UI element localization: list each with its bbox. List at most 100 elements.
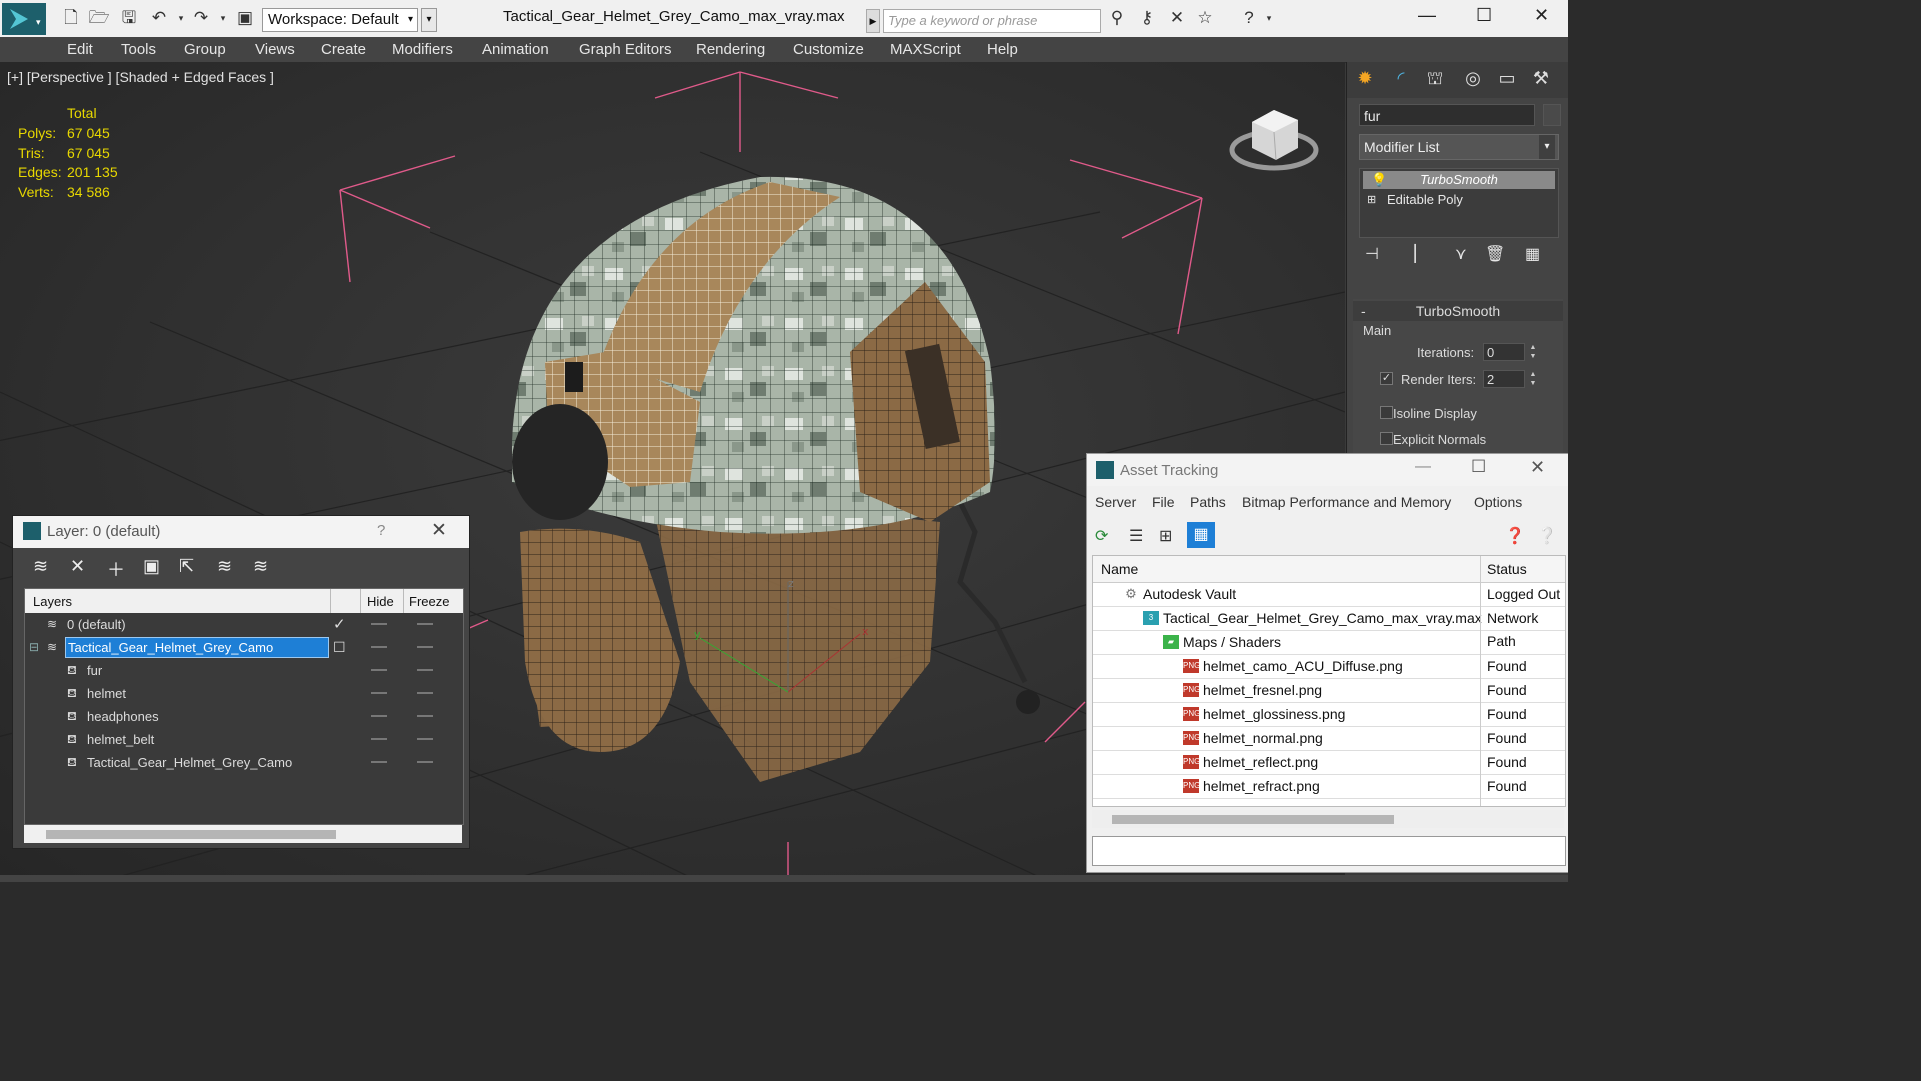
highlight-selected-layer-icon[interactable]: ⇱	[179, 556, 194, 577]
rollout-header[interactable]: - TurboSmooth	[1353, 301, 1563, 321]
search-input[interactable]: Type a keyword or phrase	[883, 9, 1101, 33]
layer-row-headphones[interactable]: ⛾ headphones	[25, 705, 463, 728]
menu-animation[interactable]: Animation	[482, 41, 549, 58]
tree-view-icon[interactable]: ⊞	[1159, 526, 1172, 546]
asset-menu-file[interactable]: File	[1152, 494, 1175, 510]
stack-item-editable-poly[interactable]: ⊞ Editable Poly	[1363, 191, 1555, 209]
menu-tools[interactable]: Tools	[121, 41, 156, 58]
column-name[interactable]: Name	[1101, 561, 1138, 577]
column-layers[interactable]: Layers	[33, 594, 72, 609]
asset-menu-paths[interactable]: Paths	[1190, 494, 1226, 510]
minimize-window-icon[interactable]: —	[1418, 5, 1436, 26]
stack-item-turbosmooth[interactable]: 💡 TurboSmooth	[1363, 171, 1555, 189]
asset-dialog-titlebar[interactable]: Asset Tracking — ☐ ✕	[1087, 454, 1568, 486]
layer-row-tactical-gear[interactable]: ⊟ ≋ Tactical_Gear_Helmet_Grey_Camo ☐	[25, 636, 463, 659]
close-window-icon[interactable]: ✕	[1534, 5, 1549, 26]
make-unique-icon[interactable]: ⋎	[1455, 244, 1467, 264]
asset-row-png[interactable]: PNG helmet_camo_ACU_Diffuse.png Found	[1093, 655, 1565, 679]
collapse-minus-icon[interactable]: ⊟	[29, 636, 39, 659]
menu-create[interactable]: Create	[321, 41, 366, 58]
iterations-spinner[interactable]: 0	[1483, 343, 1525, 361]
asset-row-png[interactable]: PNG helmet_fresnel.png Found	[1093, 679, 1565, 703]
scrollbar-thumb[interactable]	[1112, 815, 1394, 824]
spinner-arrows-icon[interactable]: ▲ ▼	[1527, 370, 1539, 388]
asset-horizontal-scrollbar[interactable]	[1092, 810, 1564, 828]
table-view-icon[interactable]: ▦	[1187, 522, 1215, 548]
lightbulb-icon[interactable]: 💡	[1371, 171, 1387, 189]
configure-modifier-sets-icon[interactable]: ▦	[1525, 244, 1540, 264]
redo-dropdown-icon[interactable]: ▾	[212, 8, 234, 28]
column-status[interactable]: Status	[1487, 561, 1527, 577]
layer-row-helmet-belt[interactable]: ⛾ helmet_belt	[25, 728, 463, 751]
spinner-arrows-icon[interactable]: ▲ ▼	[1527, 343, 1539, 361]
column-freeze[interactable]: Freeze	[409, 594, 449, 609]
freeze-layers-icon[interactable]: ≋	[253, 556, 268, 577]
close-dialog-icon[interactable]: ✕	[431, 519, 447, 542]
make-current-layer-icon[interactable]: ☐	[333, 636, 346, 659]
save-file-icon[interactable]: 🖫	[118, 8, 140, 28]
menu-edit[interactable]: Edit	[67, 41, 93, 58]
search-expand-icon[interactable]: ▶	[866, 9, 880, 33]
open-file-icon[interactable]: 🗁	[88, 8, 110, 28]
layers-horizontal-scrollbar[interactable]	[24, 825, 462, 843]
undo-icon[interactable]: ↶	[148, 8, 170, 28]
workspace-dropdown[interactable]: Workspace: Default ▾	[262, 8, 418, 32]
motion-tab-icon[interactable]: ◎	[1459, 68, 1487, 92]
asset-row-vault[interactable]: ⚙ Autodesk Vault Logged Out	[1093, 583, 1565, 607]
asset-row-png[interactable]: PNG helmet_glossiness.png Found	[1093, 703, 1565, 727]
menu-maxscript[interactable]: MAXScript	[890, 41, 961, 58]
asset-row-max-file[interactable]: 3 Tactical_Gear_Helmet_Grey_Camo_max_vra…	[1093, 607, 1565, 649]
display-tab-icon[interactable]: ▭	[1493, 68, 1521, 92]
layer-row-default[interactable]: ≋ 0 (default) ✓	[25, 613, 463, 636]
layer-row-helmet[interactable]: ⛾ helmet	[25, 682, 463, 705]
layer-row-tactical-gear-object[interactable]: ⛾ Tactical_Gear_Helmet_Grey_Camo	[25, 751, 463, 774]
menu-modifiers[interactable]: Modifiers	[392, 41, 453, 58]
pin-stack-icon[interactable]: ⊣	[1365, 244, 1379, 264]
utilities-tab-icon[interactable]: ⚒	[1527, 68, 1555, 92]
redo-icon[interactable]: ↷	[190, 8, 212, 28]
favorites-star-icon[interactable]: ☆	[1194, 8, 1216, 28]
current-layer-check-icon[interactable]: ✓	[333, 613, 346, 636]
viewcube-icon[interactable]	[1229, 110, 1319, 171]
new-file-icon[interactable]: 🗋	[60, 8, 82, 28]
menu-customize[interactable]: Customize	[793, 41, 864, 58]
key-icon[interactable]: ⚷	[1136, 8, 1158, 28]
object-color-swatch[interactable]	[1543, 104, 1561, 126]
binoculars-icon[interactable]: ⚲	[1106, 8, 1128, 28]
remove-modifier-icon[interactable]: 🗑	[1485, 244, 1505, 264]
create-layer-icon[interactable]: ≋	[33, 556, 48, 577]
viewport-label[interactable]: [+] [Perspective ] [Shaded + Edged Faces…	[7, 69, 274, 85]
add-to-layer-icon[interactable]: ＋	[107, 556, 125, 582]
create-tab-icon[interactable]: ✹	[1351, 68, 1379, 92]
menu-group[interactable]: Group	[184, 41, 226, 58]
maximize-window-icon[interactable]: ☐	[1476, 5, 1492, 26]
workspace-menu-button[interactable]: ▾	[421, 8, 437, 32]
layer-row-fur[interactable]: ⛾ fur	[25, 659, 463, 682]
modify-tab-icon[interactable]: ◜	[1387, 68, 1415, 92]
menu-graph-editors[interactable]: Graph Editors	[579, 41, 672, 58]
hierarchy-tab-icon[interactable]: ⛫	[1421, 68, 1449, 92]
select-objects-in-layer-icon[interactable]: ▣	[143, 556, 160, 577]
asset-menu-options[interactable]: Options	[1474, 494, 1522, 510]
column-hide[interactable]: Hide	[367, 594, 394, 609]
scrollbar-thumb[interactable]	[46, 830, 336, 839]
modifier-list-dropdown[interactable]: Modifier List ▾	[1359, 134, 1559, 160]
help-tooltip-icon[interactable]: ❔	[1537, 526, 1557, 546]
close-dialog-icon[interactable]: ✕	[1530, 457, 1545, 478]
list-view-icon[interactable]: ☰	[1129, 526, 1143, 546]
render-iters-spinner[interactable]: 2	[1483, 370, 1525, 388]
refresh-icon[interactable]: ⟳	[1095, 526, 1108, 546]
delete-layer-icon[interactable]: ✕	[70, 556, 85, 577]
asset-menu-bitmap-performance[interactable]: Bitmap Performance and Memory	[1242, 494, 1451, 510]
asset-row-png[interactable]: PNG helmet_normal.png Found	[1093, 727, 1565, 751]
asset-row-png[interactable]: PNG helmet_refract.png Found	[1093, 775, 1565, 799]
layer-dialog-titlebar[interactable]: Layer: 0 (default) ? ✕	[13, 516, 469, 548]
menu-help[interactable]: Help	[987, 41, 1018, 58]
help-icon[interactable]: ?	[1238, 8, 1260, 28]
hide-freeze-layers-icon[interactable]: ≋	[217, 556, 232, 577]
show-end-result-icon[interactable]: ⎮	[1411, 244, 1419, 264]
help-dropdown-icon[interactable]: ▾	[1258, 8, 1280, 28]
help-context-icon[interactable]: ❓	[1505, 526, 1525, 546]
menu-views[interactable]: Views	[255, 41, 295, 58]
help-button[interactable]: ?	[377, 522, 385, 539]
